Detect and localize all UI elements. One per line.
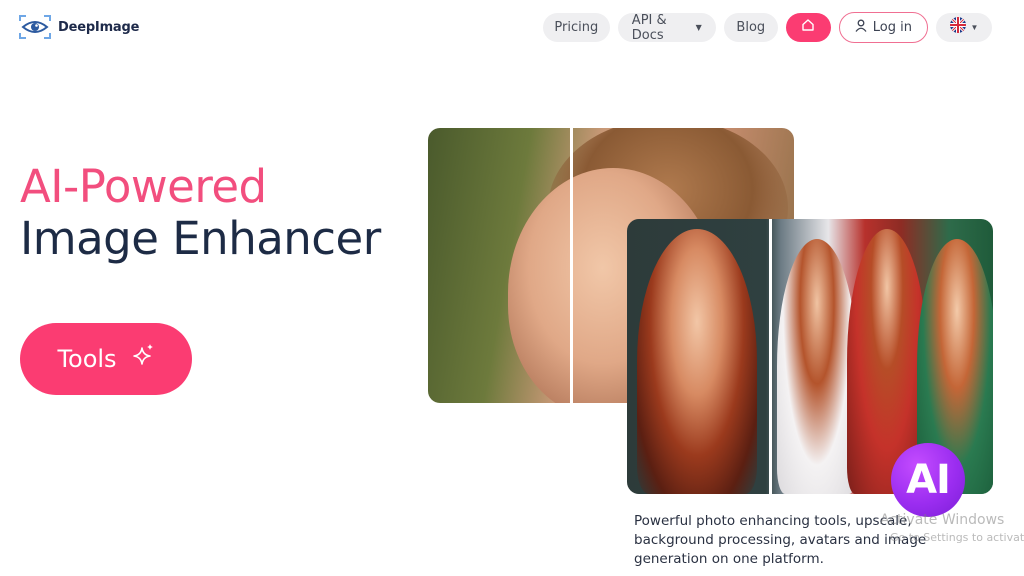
tools-label: Tools [57, 345, 117, 373]
caret-down-icon: ▼ [970, 23, 979, 32]
logo-text: DeepImage [58, 19, 140, 35]
language-selector[interactable]: ▼ [936, 13, 992, 42]
hero-title-line2: Image Enhancer [20, 212, 381, 265]
activate-windows-watermark: Activate Windows [880, 512, 1005, 528]
login-button[interactable]: Log in [838, 12, 928, 43]
user-icon [855, 19, 867, 36]
tools-button[interactable]: Tools [20, 323, 192, 395]
uk-flag-icon [949, 17, 966, 38]
top-nav: Pricing API & Docs ▼ Blog Log in ▼ [542, 12, 992, 43]
comparison-divider[interactable] [769, 219, 772, 494]
api-docs-dropdown[interactable]: API & Docs ▼ [617, 12, 716, 43]
activate-windows-subtext: Go to Settings to activate W [890, 531, 1024, 544]
pricing-label: Pricing [554, 20, 599, 35]
logo[interactable]: DeepImage [18, 14, 139, 40]
home-button[interactable] [785, 13, 831, 42]
comparison-divider[interactable] [570, 128, 573, 403]
hero-title-line1: AI-Powered [20, 160, 267, 213]
eye-scan-icon [18, 14, 52, 40]
ai-badge: AI [891, 443, 965, 517]
caret-down-icon: ▼ [695, 23, 702, 32]
blog-label: Blog [736, 20, 766, 35]
api-docs-label: API & Docs [631, 12, 667, 43]
login-label: Log in [872, 20, 912, 35]
blog-link[interactable]: Blog [723, 13, 778, 42]
pricing-link[interactable]: Pricing [542, 13, 610, 42]
sparkle-icon [131, 343, 155, 375]
home-icon [801, 18, 815, 37]
